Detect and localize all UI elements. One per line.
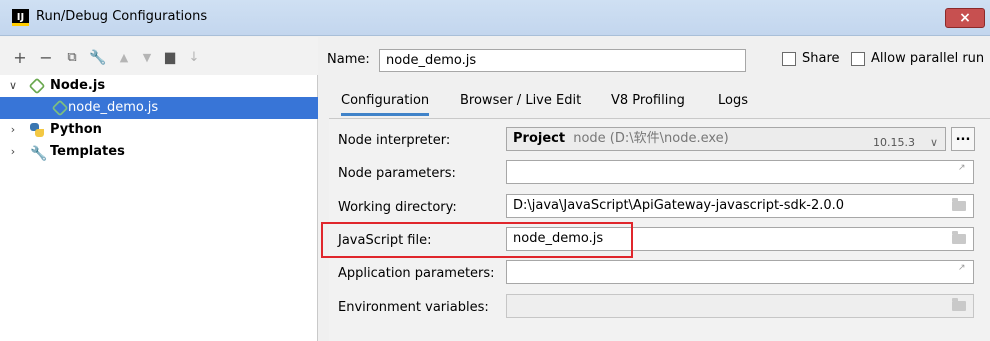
application-parameters-input[interactable]	[506, 260, 974, 284]
node-parameters-input[interactable]	[506, 160, 974, 184]
share-checkbox[interactable]	[782, 52, 796, 66]
expand-icon[interactable]: ↗	[958, 263, 986, 273]
tree-item-nodejs[interactable]: ∨ Node.js	[0, 75, 318, 97]
tab-configuration[interactable]: Configuration	[341, 86, 430, 116]
name-input[interactable]: node_demo.js	[379, 49, 746, 72]
node-interpreter-label: Node interpreter:	[338, 133, 451, 148]
add-icon[interactable]: +	[11, 49, 29, 67]
nodejs-icon	[28, 77, 46, 95]
allow-parallel-run-label: Allow parallel run	[871, 51, 985, 66]
chevron-right-icon[interactable]: ›	[7, 141, 19, 163]
tree-item-templates[interactable]: › 🔧 Templates	[0, 141, 318, 163]
expand-icon[interactable]: ↗	[958, 163, 986, 173]
wrench-icon[interactable]: 🔧	[89, 49, 107, 67]
move-down-icon[interactable]: ▼	[138, 49, 156, 67]
working-directory-label: Working directory:	[338, 200, 457, 215]
sort-icon[interactable]: ↓	[185, 49, 203, 67]
environment-variables-input[interactable]	[506, 294, 974, 318]
name-label: Name:	[327, 52, 370, 67]
tree-item-node-demo[interactable]: node_demo.js	[0, 97, 318, 119]
python-icon	[30, 123, 44, 137]
window-title: Run/Debug Configurations	[36, 9, 208, 24]
environment-variables-label: Environment variables:	[338, 300, 489, 315]
node-interpreter-combo[interactable]: Project node (D:\软件\node.exe) 10.15.3 ∨	[506, 127, 946, 151]
folder-icon[interactable]	[952, 198, 966, 211]
share-label: Share	[802, 51, 840, 66]
folder-icon[interactable]	[952, 231, 966, 244]
copy-icon[interactable]: ⧉	[63, 49, 81, 67]
application-parameters-label: Application parameters:	[338, 266, 495, 281]
tree-item-label: node_demo.js	[68, 100, 159, 115]
tab-browser-live-edit[interactable]: Browser / Live Edit	[460, 86, 581, 116]
browse-interpreter-button[interactable]: ...	[951, 127, 975, 151]
allow-parallel-run-checkbox[interactable]	[851, 52, 865, 66]
interpreter-path: node (D:\软件\node.exe)	[573, 131, 729, 146]
config-tabs: Configuration Browser / Live Edit V8 Pro…	[329, 86, 990, 118]
working-directory-input[interactable]: D:\java\JavaScript\ApiGateway-javascript…	[506, 194, 974, 218]
tab-v8-profiling[interactable]: V8 Profiling	[611, 86, 685, 116]
intellij-app-icon: IJ	[12, 9, 29, 26]
folder-add-icon[interactable]: ▆	[161, 49, 179, 67]
wrench-icon: 🔧	[30, 146, 48, 162]
tree-toolbar: + − ⧉ 🔧 ▲ ▼ ▆ ↓	[0, 37, 318, 75]
tab-logs[interactable]: Logs	[718, 86, 748, 116]
move-up-icon[interactable]: ▲	[115, 49, 133, 67]
close-button[interactable]: ×	[945, 8, 985, 28]
tree-item-label: Templates	[50, 144, 125, 159]
chevron-down-icon: ∨	[930, 136, 939, 149]
chevron-down-icon[interactable]: ∨	[7, 75, 19, 97]
title-bar: IJ Run/Debug Configurations ×	[0, 0, 990, 36]
chevron-right-icon[interactable]: ›	[7, 119, 19, 141]
tree-item-python[interactable]: › Python	[0, 119, 318, 141]
tree-item-label: Node.js	[50, 78, 106, 93]
nodejs-config-icon	[51, 99, 69, 117]
javascript-file-highlight-box	[321, 222, 633, 258]
node-parameters-label: Node parameters:	[338, 166, 456, 181]
interpreter-scope: Project	[513, 131, 566, 146]
tree-item-label: Python	[50, 122, 102, 137]
interpreter-version: 10.15.3	[873, 136, 915, 149]
configurations-tree-panel: + − ⧉ 🔧 ▲ ▼ ▆ ↓ ∨ Node.js node_demo.js ›…	[0, 37, 318, 341]
remove-icon[interactable]: −	[37, 49, 55, 67]
folder-icon[interactable]	[952, 298, 966, 311]
